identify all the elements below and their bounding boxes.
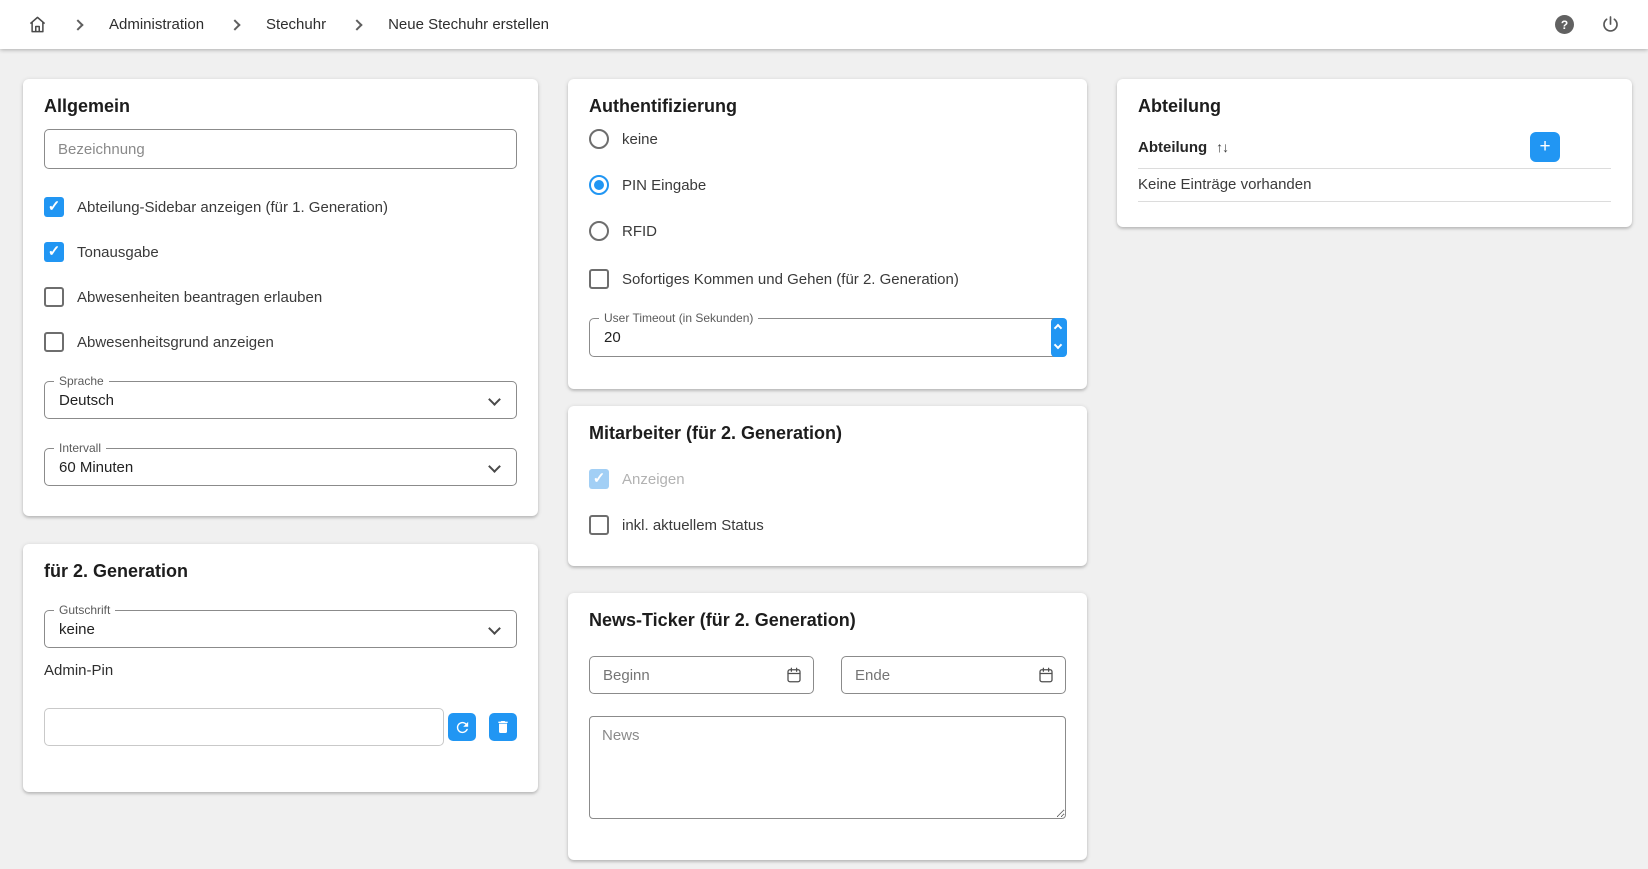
card-generation2: für 2. Generation Gutschrift keine Admin… — [23, 544, 538, 792]
checkbox-checked-icon — [44, 197, 64, 217]
chevron-down-icon — [488, 393, 501, 406]
radio-label: PIN Eingabe — [622, 177, 706, 194]
intervall-select[interactable]: Intervall 60 Minuten — [44, 448, 517, 486]
topbar: Administration Stechuhr Neue Stechuhr er… — [0, 0, 1648, 49]
card-title: News-Ticker (für 2. Generation) — [589, 610, 1066, 630]
news-textarea[interactable] — [589, 716, 1066, 819]
breadcrumb: Administration Stechuhr Neue Stechuhr er… — [28, 15, 549, 34]
radio-pin-eingabe[interactable]: PIN Eingabe — [589, 175, 1066, 195]
column-left: Allgemein Abteilung-Sidebar anzeigen (fü… — [23, 79, 538, 792]
checkbox-label: Anzeigen — [622, 471, 685, 488]
radio-label: RFID — [622, 223, 657, 240]
abteilung-table-header: Abteilung ↑↓ + — [1138, 132, 1611, 162]
field-label: Intervall — [54, 441, 106, 455]
card-abteilung: Abteilung Abteilung ↑↓ + Keine Einträge … — [1117, 79, 1632, 227]
card-title: Abteilung — [1138, 96, 1611, 116]
trash-icon — [495, 719, 511, 735]
card-title: Authentifizierung — [589, 96, 1066, 116]
help-icon[interactable]: ? — [1555, 15, 1574, 34]
checkbox-abwesenheiten-beantragen[interactable]: Abwesenheiten beantragen erlauben — [44, 287, 517, 307]
chevron-down-icon — [1054, 340, 1062, 348]
column-middle: Authentifizierung keine PIN Eingabe RFID… — [568, 79, 1087, 860]
card-title: Allgemein — [44, 96, 517, 116]
checkbox-checked-icon — [44, 242, 64, 262]
card-title: Mitarbeiter (für 2. Generation) — [589, 423, 1066, 443]
checkbox-label: Tonausgabe — [77, 244, 159, 261]
card-title: für 2. Generation — [44, 561, 517, 581]
checkbox-unchecked-icon — [44, 287, 64, 307]
card-authentifizierung: Authentifizierung keine PIN Eingabe RFID… — [568, 79, 1087, 389]
table-empty-row: Keine Einträge vorhanden — [1138, 169, 1611, 202]
checkbox-label: Abteilung-Sidebar anzeigen (für 1. Gener… — [77, 199, 388, 216]
ende-date-input[interactable] — [841, 656, 1066, 694]
column-right: Abteilung Abteilung ↑↓ + Keine Einträge … — [1117, 79, 1632, 227]
add-abteilung-button[interactable]: + — [1530, 132, 1560, 162]
checkbox-unchecked-icon — [589, 515, 609, 535]
card-allgemein: Allgemein Abteilung-Sidebar anzeigen (fü… — [23, 79, 538, 516]
field-label: Gutschrift — [54, 603, 115, 617]
sprache-select[interactable]: Sprache Deutsch — [44, 381, 517, 419]
checkbox-unchecked-icon — [44, 332, 64, 352]
admin-pin-row — [44, 708, 517, 746]
refresh-icon — [454, 719, 471, 736]
checkbox-inkl-aktuellem-status[interactable]: inkl. aktuellem Status — [589, 515, 1066, 535]
checkbox-checked-disabled-icon — [589, 469, 609, 489]
admin-pin-input[interactable] — [44, 708, 444, 746]
breadcrumb-administration[interactable]: Administration — [109, 16, 204, 33]
chevron-right-icon — [351, 19, 362, 30]
column-header-label: Abteilung — [1138, 139, 1207, 156]
chevron-down-icon — [488, 622, 501, 635]
date-row — [589, 656, 1066, 694]
radio-label: keine — [622, 131, 658, 148]
field-label: User Timeout (in Sekunden) — [599, 311, 758, 325]
radio-keine[interactable]: keine — [589, 129, 1066, 149]
ende-date-field — [841, 656, 1066, 694]
beginn-date-field — [589, 656, 814, 694]
topbar-actions: ? — [1555, 15, 1620, 34]
checkbox-label: Sofortiges Kommen und Gehen (für 2. Gene… — [622, 271, 959, 288]
field-value: keine — [59, 621, 95, 638]
checkbox-tonausgabe[interactable]: Tonausgabe — [44, 242, 517, 262]
checkbox-label: inkl. aktuellem Status — [622, 517, 764, 534]
checkbox-abteilung-sidebar[interactable]: Abteilung-Sidebar anzeigen (für 1. Gener… — [44, 197, 517, 217]
card-mitarbeiter: Mitarbeiter (für 2. Generation) Anzeigen… — [568, 406, 1087, 566]
abteilung-column-header[interactable]: Abteilung ↑↓ — [1138, 139, 1228, 156]
checkbox-label: Abwesenheiten beantragen erlauben — [77, 289, 322, 306]
radio-icon — [589, 221, 609, 241]
checkbox-abwesenheitsgrund[interactable]: Abwesenheitsgrund anzeigen — [44, 332, 517, 352]
bezeichnung-input[interactable] — [44, 129, 517, 169]
admin-pin-label: Admin-Pin — [44, 662, 517, 679]
sort-icon[interactable]: ↑↓ — [1216, 139, 1228, 155]
checkbox-label: Abwesenheitsgrund anzeigen — [77, 334, 274, 351]
radio-icon — [589, 129, 609, 149]
home-icon[interactable] — [28, 15, 47, 34]
user-timeout-field: User Timeout (in Sekunden) — [589, 318, 1066, 357]
card-newsticker: News-Ticker (für 2. Generation) — [568, 593, 1087, 860]
radio-selected-icon — [589, 175, 609, 195]
main-content: Allgemein Abteilung-Sidebar anzeigen (fü… — [0, 49, 1648, 860]
chevron-up-icon — [1054, 324, 1062, 332]
chevron-down-icon — [488, 460, 501, 473]
checkbox-unchecked-icon — [589, 269, 609, 289]
spinner-up-button[interactable] — [1051, 318, 1067, 338]
field-value: Deutsch — [59, 392, 114, 409]
field-value: 60 Minuten — [59, 459, 133, 476]
checkbox-anzeigen-disabled: Anzeigen — [589, 469, 1066, 489]
delete-pin-button[interactable] — [489, 713, 517, 741]
chevron-right-icon — [72, 19, 83, 30]
checkbox-sofortiges-kommen-gehen[interactable]: Sofortiges Kommen und Gehen (für 2. Gene… — [589, 269, 1066, 289]
breadcrumb-neue-stechuhr-erstellen: Neue Stechuhr erstellen — [388, 16, 549, 33]
radio-rfid[interactable]: RFID — [589, 221, 1066, 241]
page: Administration Stechuhr Neue Stechuhr er… — [0, 0, 1648, 869]
chevron-right-icon — [229, 19, 240, 30]
power-icon[interactable] — [1601, 15, 1620, 34]
breadcrumb-stechuhr[interactable]: Stechuhr — [266, 16, 326, 33]
number-spinner — [1051, 318, 1067, 357]
beginn-date-input[interactable] — [589, 656, 814, 694]
field-label: Sprache — [54, 374, 109, 388]
user-timeout-input[interactable] — [604, 329, 724, 346]
spinner-down-button[interactable] — [1051, 338, 1067, 358]
regenerate-pin-button[interactable] — [448, 713, 476, 741]
gutschrift-select[interactable]: Gutschrift keine — [44, 610, 517, 648]
